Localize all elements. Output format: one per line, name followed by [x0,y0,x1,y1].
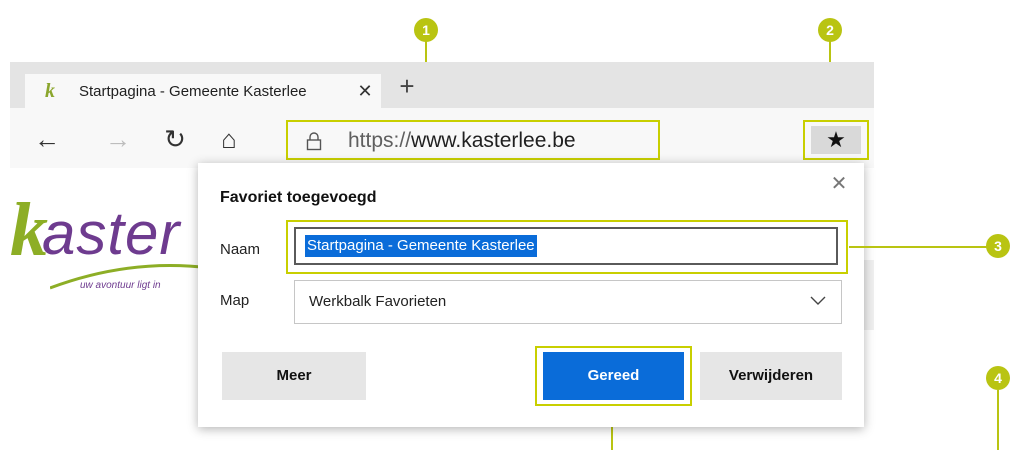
address-bar[interactable]: https://www.kasterlee.be [286,120,660,160]
name-label: Naam [220,241,261,258]
callout-line-3 [849,246,987,248]
done-button[interactable]: Gereed [543,352,684,400]
forward-arrow-icon[interactable]: → [103,124,133,154]
callout-line-4 [997,390,999,450]
url-host: www.kasterlee.be [411,129,576,152]
url-scheme: https:// [348,129,412,152]
refresh-icon[interactable]: ↻ [160,124,190,154]
star-icon: ★ [811,126,861,154]
tab-strip: k Startpagina - Gemeente Kasterlee ✕ + [10,62,874,108]
logo-wordmark: aster [42,200,181,267]
tab-startpagina[interactable]: k Startpagina - Gemeente Kasterlee ✕ [25,74,381,108]
back-arrow-icon[interactable]: ← [32,124,62,154]
tab-title: Startpagina - Gemeente Kasterlee [79,83,307,100]
callout-marker-3: 3 [986,234,1010,258]
name-field-highlight: Startpagina - Gemeente Kasterlee [286,220,848,274]
callout-marker-2: 2 [818,18,842,42]
folder-label: Map [220,292,250,309]
kasterlee-favicon-icon: k [45,80,55,102]
lock-icon [306,132,322,151]
more-button[interactable]: Meer [222,352,366,400]
logo-tagline: uw avontuur ligt in [80,280,161,291]
chevron-down-icon [810,296,826,305]
name-input[interactable]: Startpagina - Gemeente Kasterlee [294,227,838,265]
home-icon[interactable]: ⌂ [214,124,244,154]
favorite-button[interactable]: ★ [803,120,869,160]
favorite-added-dialog: ✕ Favoriet toegevoegd Naam Startpagina -… [198,163,864,427]
close-icon[interactable]: ✕ [828,173,850,195]
folder-select[interactable]: Werkbalk Favorieten [294,280,842,324]
url-text: https://www.kasterlee.be [348,129,576,153]
kasterlee-logo: k aster uw avontuur ligt in [10,190,210,300]
remove-button[interactable]: Verwijderen [700,352,842,400]
callout-marker-4: 4 [986,366,1010,390]
folder-select-value: Werkbalk Favorieten [309,293,447,310]
done-button-highlight: Gereed [535,346,692,406]
name-input-value: Startpagina - Gemeente Kasterlee [305,235,537,257]
tab-close-icon[interactable]: ✕ [355,79,375,103]
browser-toolbar: ← → ↻ ⌂ https://www.kasterlee.be ★ [10,108,874,168]
callout-marker-1: 1 [414,18,438,42]
dialog-title: Favoriet toegevoegd [220,189,377,206]
new-tab-button[interactable]: + [395,73,419,99]
